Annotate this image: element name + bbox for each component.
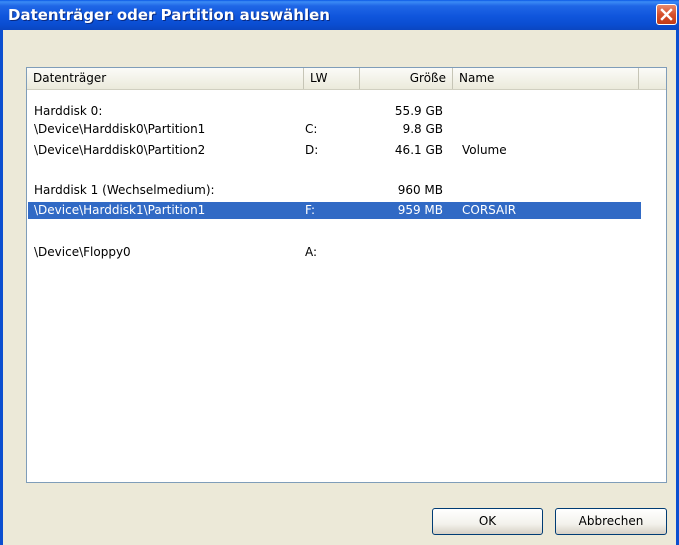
column-header-name[interactable]: Name bbox=[453, 68, 639, 89]
cell-name bbox=[462, 182, 632, 199]
column-header-lw[interactable]: LW bbox=[304, 68, 360, 89]
partition-list[interactable]: Datenträger LW Größe Name Harddisk 0: 55… bbox=[26, 67, 667, 483]
cell-size bbox=[363, 244, 443, 261]
cell-name bbox=[462, 103, 632, 120]
cell-lw: C: bbox=[305, 122, 318, 136]
cell-lw: A: bbox=[305, 245, 318, 259]
cell-size: 46.1 GB bbox=[394, 143, 443, 157]
column-header-disk[interactable]: Datenträger bbox=[27, 68, 304, 89]
cell-lw bbox=[305, 103, 345, 120]
list-item[interactable]: \Device\Harddisk0\Partition1 C: 9.8 GB bbox=[28, 121, 641, 138]
list-item[interactable]: Harddisk 0: 55.9 GB bbox=[28, 103, 641, 120]
close-button[interactable] bbox=[656, 4, 677, 25]
cell-lw bbox=[305, 182, 345, 199]
cell-lw: F: bbox=[305, 203, 316, 217]
cell-size: 960 MB bbox=[397, 183, 443, 197]
cell-disk: Harddisk 0: bbox=[34, 104, 103, 118]
column-header-size[interactable]: Größe bbox=[360, 68, 453, 89]
close-icon bbox=[660, 8, 673, 21]
list-item-selected[interactable]: \Device\Harddisk1\Partition1 F: 959 MB C… bbox=[28, 202, 641, 219]
list-item[interactable]: \Device\Harddisk0\Partition2 D: 46.1 GB … bbox=[28, 142, 641, 159]
list-item[interactable]: Harddisk 1 (Wechselmedium): 960 MB bbox=[28, 182, 641, 199]
title-bar: Datenträger oder Partition auswählen bbox=[0, 0, 679, 30]
cell-disk: \Device\Floppy0 bbox=[34, 245, 131, 259]
cell-size: 55.9 GB bbox=[394, 104, 443, 118]
cell-size: 9.8 GB bbox=[402, 122, 443, 136]
cell-disk: \Device\Harddisk0\Partition1 bbox=[34, 122, 206, 136]
cell-name: CORSAIR bbox=[462, 203, 517, 217]
cell-disk: Harddisk 1 (Wechselmedium): bbox=[34, 183, 215, 197]
cell-disk: \Device\Harddisk1\Partition1 bbox=[34, 203, 206, 217]
window-title: Datenträger oder Partition auswählen bbox=[8, 6, 330, 24]
cell-name: Volume bbox=[462, 143, 507, 157]
cell-name bbox=[462, 244, 632, 261]
ok-button[interactable]: OK bbox=[432, 508, 543, 535]
cancel-button[interactable]: Abbrechen bbox=[555, 508, 667, 535]
cell-size: 959 MB bbox=[397, 203, 443, 217]
window-border-left bbox=[0, 30, 3, 545]
column-header-filler bbox=[639, 68, 666, 89]
cell-disk: \Device\Harddisk0\Partition2 bbox=[34, 143, 206, 157]
list-header: Datenträger LW Größe Name bbox=[27, 68, 666, 90]
list-item[interactable]: \Device\Floppy0 A: bbox=[28, 244, 641, 261]
cell-lw: D: bbox=[305, 143, 319, 157]
cell-name bbox=[462, 121, 632, 138]
